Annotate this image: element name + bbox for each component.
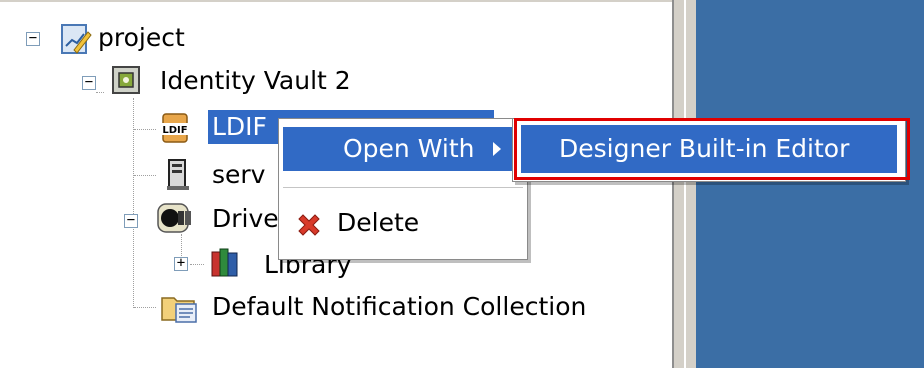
library-icon [210,246,240,277]
project-icon [60,22,92,54]
tree-connector [134,175,156,176]
submenu-arrow-icon [493,142,501,156]
ldif-icon: LDIF [158,112,191,143]
tree-connector [134,129,156,130]
open-with-menu-item[interactable]: Open With [283,127,523,171]
open-with-label: Open With [343,134,475,163]
delete-label: Delete [337,208,420,237]
tree-item-identity-vault[interactable]: Identity Vault 2 [160,64,351,98]
tree-connector [134,307,156,308]
tree-connector [96,92,104,93]
pane-splitter[interactable] [672,0,696,368]
collapse-driver-set-toggle[interactable]: − [124,213,138,228]
splitter-highlight [684,0,686,368]
server-icon [166,158,196,190]
tree-item-driver-set[interactable]: Drive [212,202,279,236]
context-menu: Open With Delete [278,118,528,260]
menu-separator [283,187,523,188]
expand-library-toggle[interactable]: + [174,256,188,271]
driver-set-icon [156,202,191,233]
highlight-frame [514,118,910,180]
tree-item-server[interactable]: serv [212,158,265,192]
collapse-identity-vault-toggle[interactable]: − [82,75,96,90]
tree-connector [190,264,204,265]
editor-area [696,0,924,368]
tree-item-project[interactable]: project [98,21,185,55]
delete-menu-item[interactable]: Delete [283,201,523,245]
notification-collection-icon [160,290,197,323]
identity-vault-icon [110,64,140,94]
ldif-badge-text: LDIF [162,125,187,136]
delete-icon [295,209,323,237]
collapse-project-toggle[interactable]: − [26,31,40,46]
tree-item-default-notification-collection[interactable]: Default Notification Collection [212,290,586,324]
